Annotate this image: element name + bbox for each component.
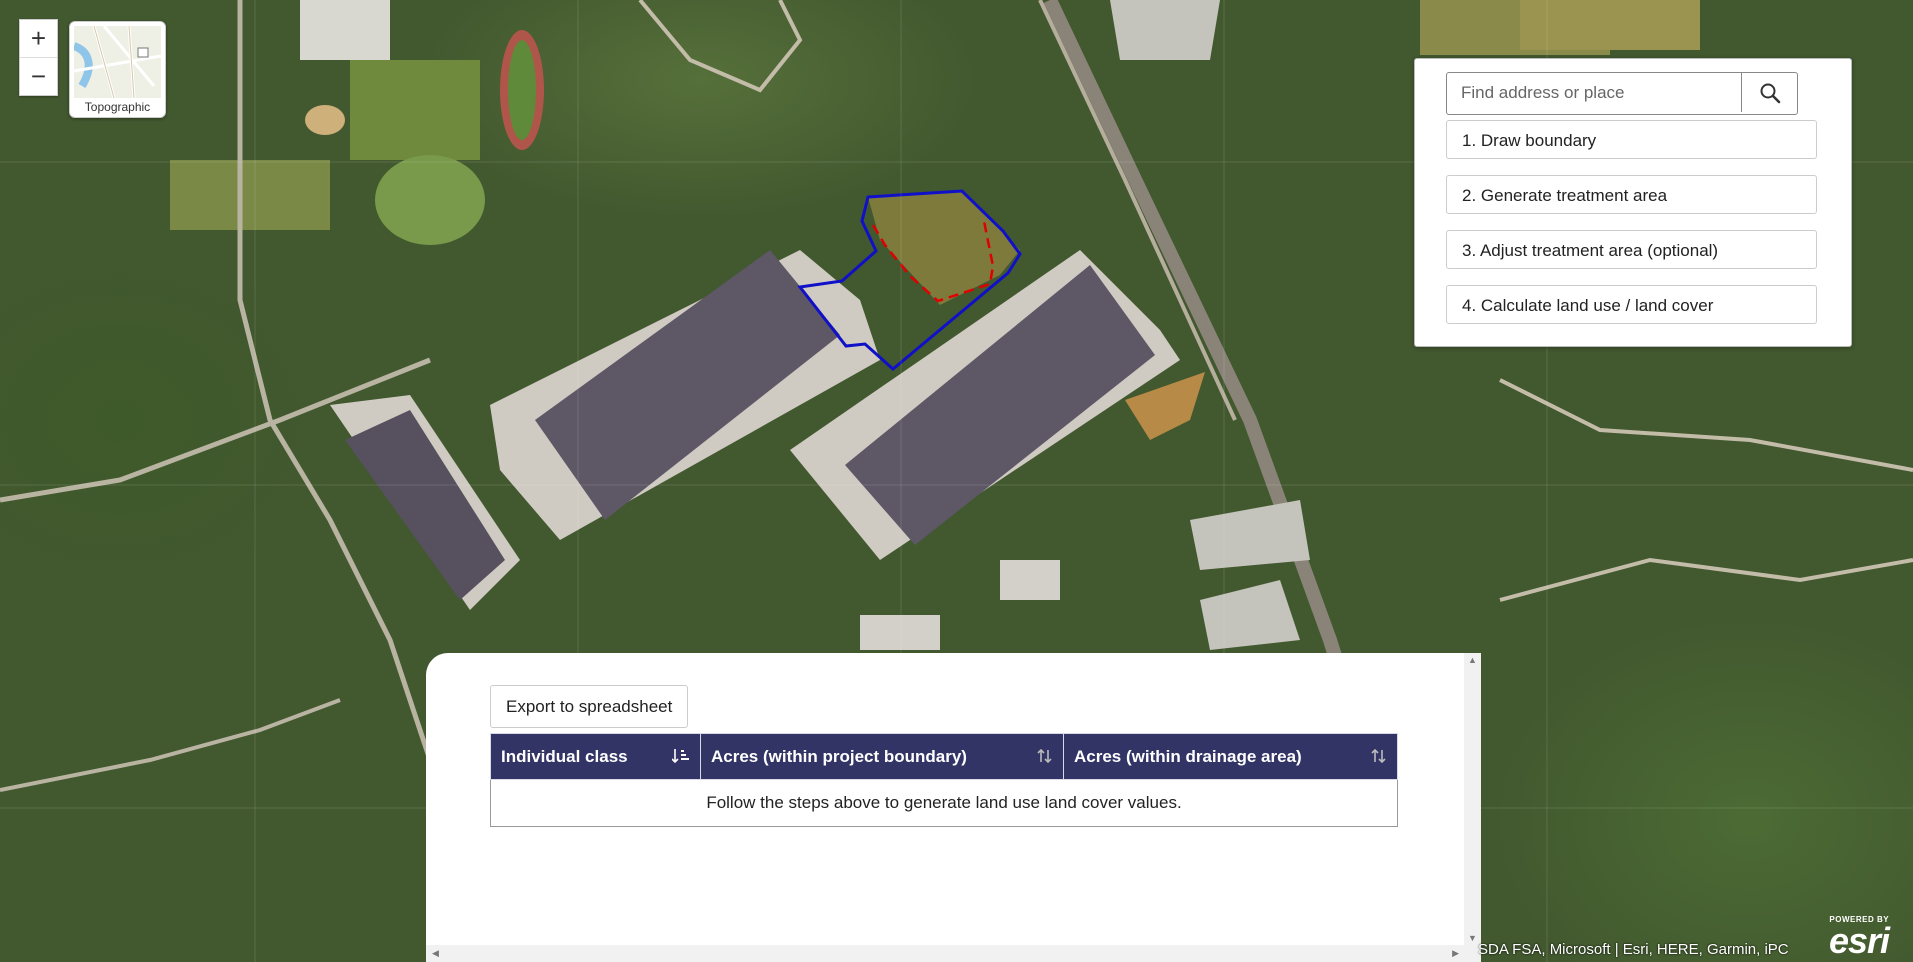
ball-diamond xyxy=(305,105,345,135)
sort-ascending-icon[interactable] xyxy=(671,748,690,769)
generate-treatment-area-button[interactable]: 2. Generate treatment area xyxy=(1446,175,1817,214)
column-header-project-boundary[interactable]: Acres (within project boundary) xyxy=(700,733,1064,780)
sort-icon[interactable] xyxy=(1037,748,1053,769)
ball-field xyxy=(375,155,485,245)
building xyxy=(1000,560,1060,600)
steps-panel: 1. Draw boundary 2. Generate treatment a… xyxy=(1414,58,1852,347)
export-spreadsheet-button[interactable]: Export to spreadsheet xyxy=(490,685,689,728)
scroll-down-arrow-icon[interactable]: ▼ xyxy=(1468,933,1477,943)
sort-icon[interactable] xyxy=(1371,748,1387,769)
building xyxy=(1190,500,1310,570)
building xyxy=(860,615,940,650)
field xyxy=(170,160,330,230)
results-panel: Export to spreadsheet Individual class A… xyxy=(426,653,1481,962)
field xyxy=(350,60,480,160)
zoom-out-button[interactable]: − xyxy=(20,57,57,95)
scroll-up-arrow-icon[interactable]: ▲ xyxy=(1468,655,1477,665)
search-box xyxy=(1446,72,1798,115)
column-header-individual-class[interactable]: Individual class xyxy=(490,733,701,780)
building xyxy=(1200,580,1300,650)
esri-logo: POWERED BY esri xyxy=(1829,915,1890,961)
basemap-toggle[interactable]: Topographic xyxy=(69,21,166,118)
building xyxy=(1110,0,1220,60)
vertical-scrollbar[interactable]: ▲ ▼ xyxy=(1464,653,1481,945)
draw-boundary-button[interactable]: 1. Draw boundary xyxy=(1446,120,1817,159)
search-icon xyxy=(1760,83,1780,103)
calculate-land-use-button[interactable]: 4. Calculate land use / land cover xyxy=(1446,285,1817,324)
horizontal-scrollbar[interactable]: ◀ ▶ xyxy=(426,945,1481,962)
column-header-drainage-area[interactable]: Acres (within drainage area) xyxy=(1063,733,1398,780)
land-cover-table: Individual class Acres (within project b… xyxy=(490,733,1398,827)
search-input[interactable] xyxy=(1447,73,1756,112)
basemap-thumbnail xyxy=(72,25,162,99)
scroll-right-arrow-icon[interactable]: ▶ xyxy=(1452,948,1459,959)
residential-road xyxy=(1499,378,1913,472)
search-button[interactable] xyxy=(1741,73,1797,112)
scroll-left-arrow-icon[interactable]: ◀ xyxy=(432,948,439,959)
road xyxy=(0,698,341,792)
track-infield xyxy=(508,40,536,140)
residential-road xyxy=(1499,557,1913,602)
school-building xyxy=(300,0,390,60)
zoom-in-button[interactable]: + xyxy=(20,20,57,57)
project-field xyxy=(868,190,1020,305)
empty-message: Follow the steps above to generate land … xyxy=(490,779,1398,827)
residential-road xyxy=(638,0,803,93)
topographic-thumbnail-icon xyxy=(72,25,162,99)
basemap-label: Topographic xyxy=(84,100,151,114)
table-row: Follow the steps above to generate land … xyxy=(490,779,1398,827)
map-attribution: SDA FSA, Microsoft | Esri, HERE, Garmin,… xyxy=(1478,941,1789,958)
zoom-control: + − xyxy=(19,19,58,96)
adjust-treatment-area-button[interactable]: 3. Adjust treatment area (optional) xyxy=(1446,230,1817,269)
